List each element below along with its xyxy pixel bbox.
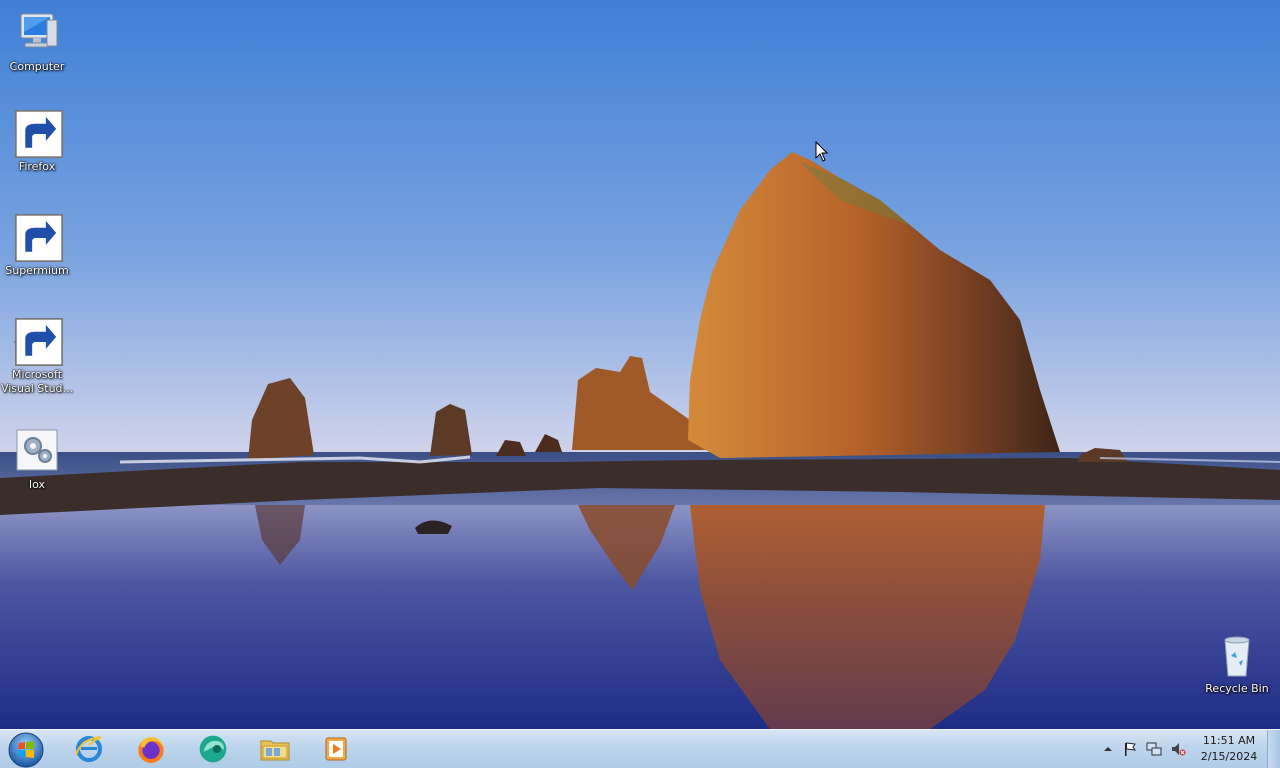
desktop-icon-label: Microsoft Visual Stud... <box>0 368 74 395</box>
desktop-icon-visual-studio[interactable]: Microsoft Visual Stud... <box>0 318 74 396</box>
desktop-icon-firefox[interactable]: Firefox <box>0 110 74 174</box>
internet-explorer-icon <box>75 736 102 762</box>
clock-date: 2/15/2024 <box>1200 750 1258 763</box>
desktop-icon-recycle-bin[interactable]: Recycle Bin <box>1200 632 1274 696</box>
show-desktop-button[interactable] <box>1267 730 1280 768</box>
taskbar-app-internet-explorer[interactable] <box>63 731 115 767</box>
desktop[interactable]: Computer Firefox Supermium Microsoft Vis… <box>0 0 1280 729</box>
desktop-icon-supermium[interactable]: Supermium <box>0 214 74 278</box>
media-player-icon <box>325 737 347 761</box>
desktop-icon-label: Recycle Bin <box>1205 682 1269 695</box>
visual-studio-icon <box>13 318 63 366</box>
system-clock[interactable]: 11:51 AM 2/15/2024 <box>1194 733 1264 765</box>
taskbar-app-windows-explorer[interactable] <box>249 731 301 767</box>
clock-time: 11:51 AM <box>1202 734 1256 747</box>
taskbar-app-supermium[interactable] <box>187 731 239 767</box>
taskbar-app-firefox[interactable] <box>125 731 177 767</box>
shortcut-arrow-icon <box>15 110 63 158</box>
mouse-cursor-icon <box>815 141 829 162</box>
firefox-icon <box>13 110 63 158</box>
windows-orb-icon <box>8 732 44 768</box>
shortcut-arrow-icon <box>15 214 63 262</box>
wallpaper-image <box>0 0 1280 729</box>
desktop-icon-label: Firefox <box>18 160 56 173</box>
taskbar: 11:51 AM 2/15/2024 <box>0 729 1280 768</box>
recycle-bin-icon <box>1213 632 1261 680</box>
start-button[interactable] <box>6 731 46 768</box>
desktop-icon-label: Computer <box>9 60 65 73</box>
show-hidden-icons-icon[interactable] <box>1100 741 1116 757</box>
supermium-icon <box>199 735 227 763</box>
taskbar-app-media-player[interactable] <box>310 731 362 767</box>
desktop-icon-label: Supermium <box>5 264 69 277</box>
firefox-icon <box>138 737 164 763</box>
network-icon[interactable] <box>1146 741 1162 757</box>
desktop-icon-computer[interactable]: Computer <box>0 10 74 74</box>
desktop-icon-label: lox <box>29 478 45 491</box>
action-center-flag-icon[interactable] <box>1122 741 1138 757</box>
volume-muted-icon[interactable] <box>1170 741 1186 757</box>
computer-icon <box>13 10 61 58</box>
shortcut-arrow-icon <box>15 318 63 366</box>
desktop-icon-lox[interactable]: lox <box>0 428 74 492</box>
lox-icon <box>13 428 61 476</box>
supermium-icon <box>13 214 63 262</box>
folder-icon <box>260 740 290 761</box>
